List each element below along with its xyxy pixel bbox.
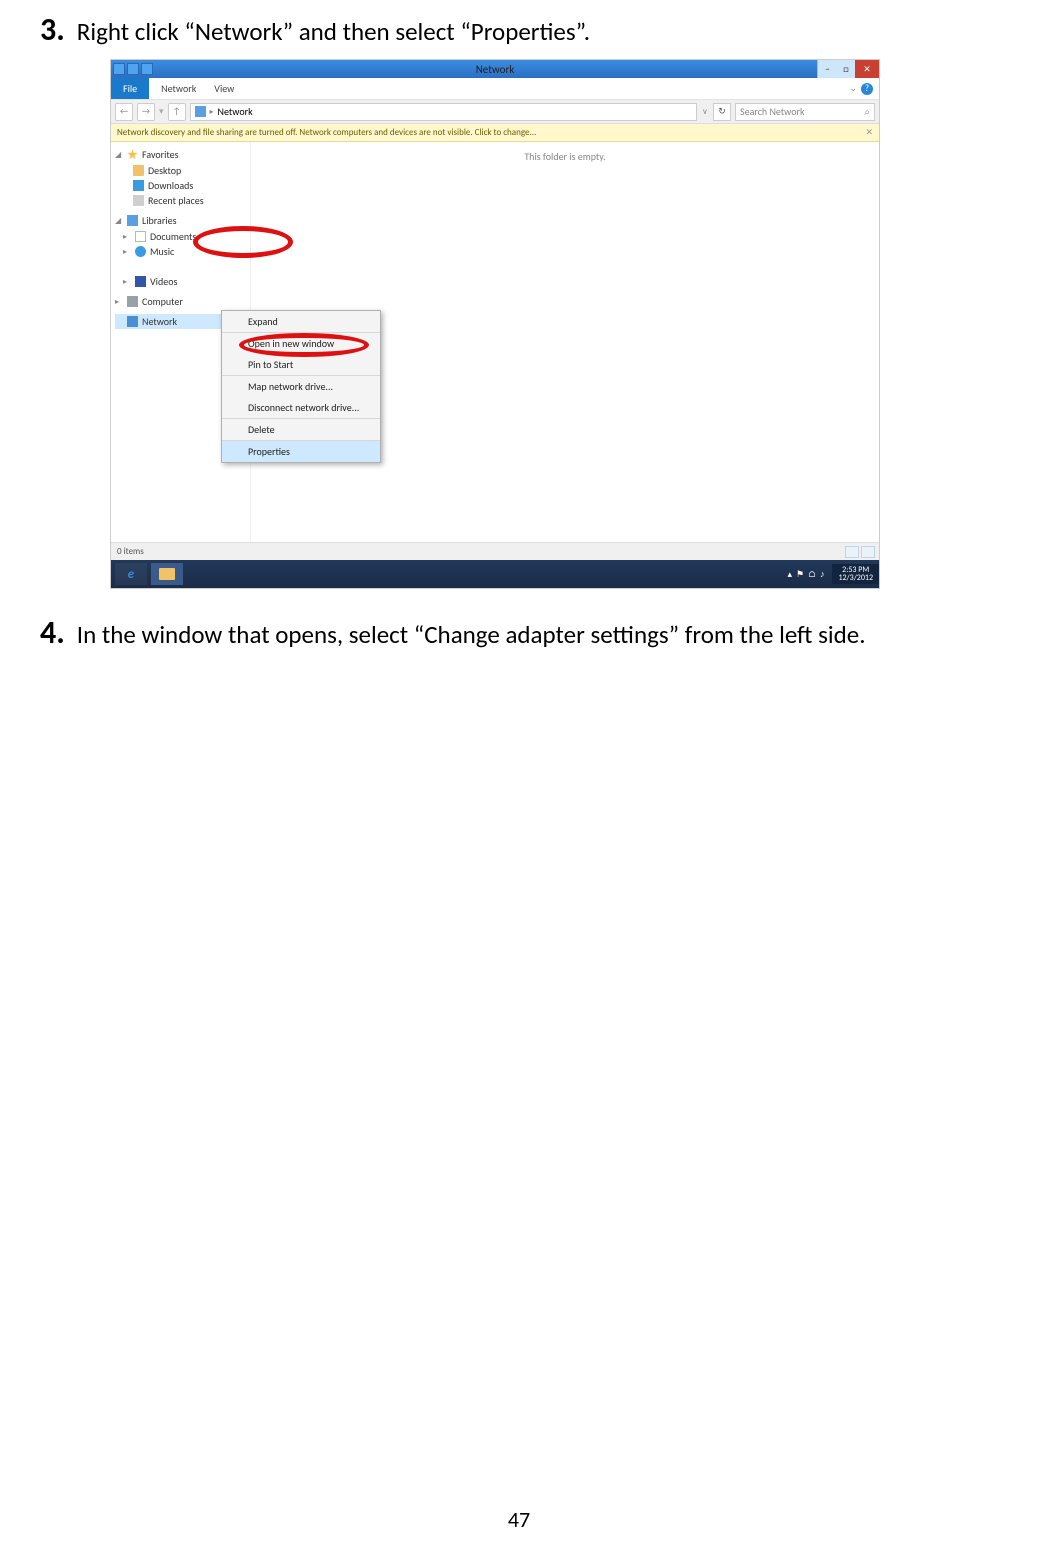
breadcrumb-sep: ▸ [210, 107, 214, 117]
nav-libraries-head[interactable]: ◢Libraries [115, 214, 246, 227]
ctx-delete[interactable]: Delete [222, 418, 380, 440]
qat-btn[interactable] [127, 63, 139, 75]
folder-icon [159, 568, 175, 580]
computer-icon [127, 296, 138, 307]
window-title: Network [476, 63, 515, 76]
breadcrumb[interactable]: Network [218, 105, 253, 118]
star-icon [127, 149, 138, 160]
screenshot-explorer: Network − □ ✕ File Network View ⌄ ? ← → … [110, 59, 880, 589]
libraries-icon [127, 215, 138, 226]
ctx-expand[interactable]: Expand [222, 311, 380, 332]
details-view-button[interactable] [845, 546, 859, 558]
step-text: Right click “Network” and then select “P… [77, 15, 590, 49]
music-icon [135, 246, 146, 257]
forward-button[interactable]: → [137, 103, 155, 121]
tab-network[interactable]: Network [161, 82, 196, 95]
folder-icon [133, 165, 144, 176]
empty-text: This folder is empty. [524, 150, 605, 163]
recent-icon [133, 195, 144, 206]
search-icon: ⌕ [864, 105, 870, 118]
videos-icon [135, 276, 146, 287]
nav-documents[interactable]: ▸Documents [115, 229, 246, 244]
infobar-text: Network discovery and file sharing are t… [117, 127, 536, 138]
search-placeholder: Search Network [740, 105, 805, 118]
tab-view[interactable]: View [214, 82, 234, 95]
window-buttons: − □ ✕ [817, 60, 879, 78]
step-text: In the window that opens, select “Change… [77, 618, 866, 652]
back-button[interactable]: ← [115, 103, 133, 121]
close-button[interactable]: ✕ [855, 60, 879, 78]
taskbar-explorer[interactable] [151, 563, 183, 585]
step-number: 4. [40, 613, 65, 652]
nav-videos[interactable]: ▸Videos [115, 274, 246, 289]
step-number: 3. [40, 10, 65, 49]
maximize-button[interactable]: □ [837, 60, 855, 78]
download-icon [133, 180, 144, 191]
nav-recent-places[interactable]: Recent places [115, 193, 246, 208]
taskbar: e ▴ ⚑ ⌂ ♪ 2:53 PM 12/3/2012 [111, 560, 879, 588]
ctx-open-new-window[interactable]: Open in new window [222, 332, 380, 354]
info-bar[interactable]: Network discovery and file sharing are t… [111, 124, 879, 142]
nav-computer[interactable]: ▸Computer [115, 295, 246, 308]
tray-sound-icon[interactable]: ♪ [820, 569, 825, 580]
file-tab[interactable]: File [111, 78, 149, 99]
tray-network-icon[interactable]: ⌂ [808, 569, 816, 580]
help-icon[interactable]: ? [861, 83, 873, 95]
system-tray: ▴ ⚑ ⌂ ♪ 2:53 PM 12/3/2012 [787, 560, 879, 588]
tray-action-center-icon[interactable]: ⚑ [796, 569, 804, 580]
taskbar-ie[interactable]: e [115, 563, 147, 585]
ctx-properties[interactable]: Properties [222, 440, 380, 462]
page-number: 47 [508, 1506, 530, 1533]
nav-music[interactable]: ▸Music [115, 244, 246, 259]
documents-icon [135, 231, 146, 242]
refresh-button[interactable]: ↻ [713, 103, 731, 121]
nav-history-dropdown[interactable]: ▾ [159, 106, 164, 117]
addr-dropdown[interactable]: v [703, 106, 707, 117]
ribbon-expand-icon[interactable]: ⌄ [849, 83, 857, 94]
taskbar-clock[interactable]: 2:53 PM 12/3/2012 [832, 564, 879, 584]
up-button[interactable]: ↑ [168, 103, 186, 121]
step-3: 3. Right click “Network” and then select… [40, 10, 998, 49]
network-icon [127, 316, 138, 327]
quick-access [113, 63, 153, 75]
ribbon-bar: File Network View ⌄ ? [111, 78, 879, 100]
ctx-disconnect-network-drive[interactable]: Disconnect network drive... [222, 397, 380, 418]
context-menu: Expand Open in new window Pin to Start M… [221, 310, 381, 463]
status-items: 0 items [117, 546, 144, 557]
infobar-close[interactable]: ✕ [865, 127, 873, 138]
qat-btn[interactable] [113, 63, 125, 75]
nav-favorites-head[interactable]: ◢Favorites [115, 148, 246, 161]
address-bar[interactable]: ▸ Network [190, 103, 697, 121]
clock-date: 12/3/2012 [838, 574, 873, 582]
minimize-button[interactable]: − [817, 60, 837, 78]
network-icon [195, 106, 206, 117]
step-4: 4. In the window that opens, select “Cha… [40, 613, 998, 652]
address-bar-row: ← → ▾ ↑ ▸ Network v ↻ Search Network ⌕ [111, 100, 879, 124]
status-bar: 0 items [111, 542, 879, 560]
nav-desktop[interactable]: Desktop [115, 163, 246, 178]
window-titlebar: Network − □ ✕ [111, 60, 879, 78]
search-input[interactable]: Search Network ⌕ [735, 103, 875, 121]
ctx-map-network-drive[interactable]: Map network drive... [222, 375, 380, 397]
nav-downloads[interactable]: Downloads [115, 178, 246, 193]
qat-btn[interactable] [141, 63, 153, 75]
ctx-pin-to-start[interactable]: Pin to Start [222, 354, 380, 375]
icons-view-button[interactable] [861, 546, 875, 558]
tray-show-hidden-icon[interactable]: ▴ [787, 569, 792, 580]
